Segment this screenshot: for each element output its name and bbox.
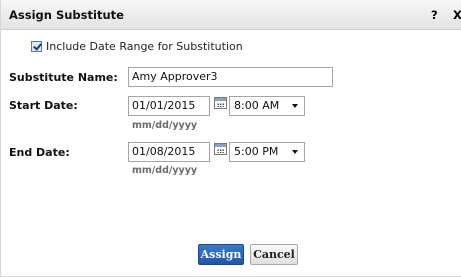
end-date-format-hint: mm/dd/yyyy — [132, 165, 198, 176]
start-time-select[interactable]: 8:00 AM — [229, 96, 305, 116]
end-time-value: 5:00 PM — [234, 145, 279, 158]
dialog-titlebar: Assign Substitute ? X — [1, 0, 461, 30]
date-range-checkbox[interactable] — [31, 40, 42, 52]
start-date-input[interactable]: 01/01/2015 — [128, 96, 210, 116]
start-date-label: Start Date: — [9, 99, 78, 112]
start-date-calendar-icon[interactable] — [214, 97, 227, 109]
assign-substitute-dialog: Assign Substitute ? X Include Date Range… — [0, 0, 461, 277]
end-time-chevron-down-icon — [292, 150, 298, 154]
start-time-value: 8:00 AM — [234, 99, 280, 112]
start-time-chevron-down-icon — [292, 104, 298, 108]
date-range-option[interactable]: Include Date Range for Substitution — [31, 39, 243, 53]
end-date-calendar-icon[interactable] — [214, 143, 227, 155]
help-button[interactable]: ? — [431, 8, 438, 22]
end-date-input[interactable]: 01/08/2015 — [128, 142, 210, 162]
end-date-label: End Date: — [9, 146, 70, 159]
end-time-select[interactable]: 5:00 PM — [229, 142, 305, 162]
close-button[interactable]: X — [453, 8, 461, 22]
substitute-name-input[interactable]: Amy Approver3 — [128, 67, 333, 87]
cancel-button[interactable]: Cancel — [250, 244, 298, 265]
substitute-name-label: Substitute Name: — [9, 71, 118, 84]
start-date-format-hint: mm/dd/yyyy — [132, 120, 198, 131]
date-range-label: Include Date Range for Substitution — [46, 39, 243, 53]
assign-button[interactable]: Assign — [198, 244, 244, 265]
dialog-title: Assign Substitute — [9, 8, 124, 22]
